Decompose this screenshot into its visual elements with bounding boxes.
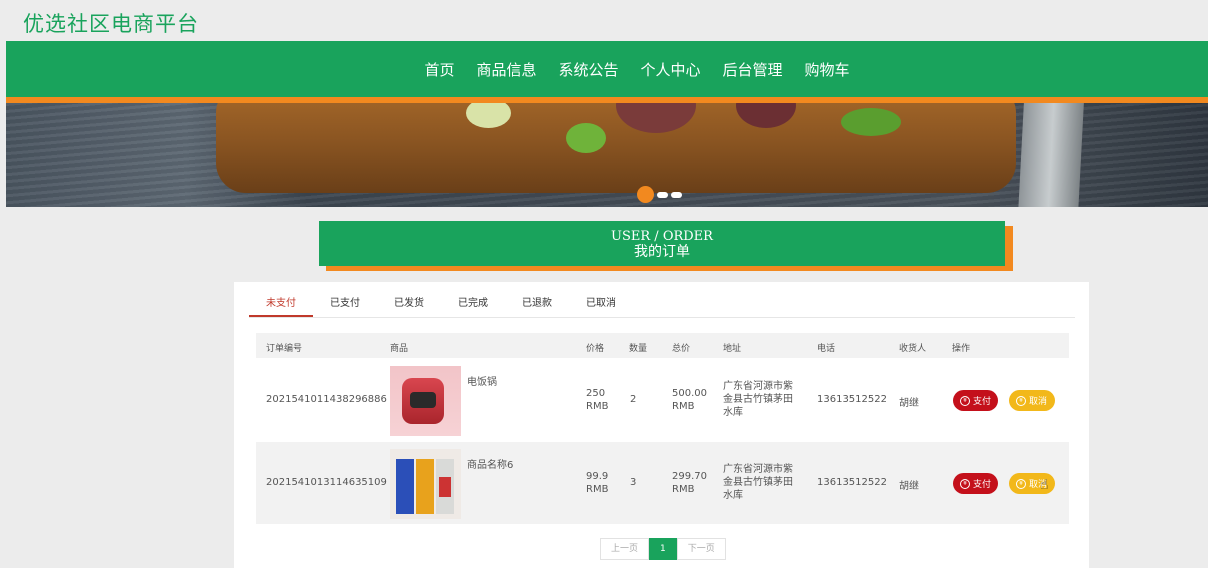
th-phone: 电话 [817,344,836,354]
receiver: 胡继 [899,481,919,492]
th-qty: 数量 [629,344,648,354]
nav-item-cart[interactable]: 购物车 [794,59,861,80]
carousel-dot-1[interactable] [637,186,654,203]
pay-button[interactable]: ¥ 支付 [953,390,998,411]
quantity: 3 [630,477,637,488]
tab-cancelled[interactable]: 已取消 [569,293,633,317]
nav-item-home[interactable]: 首页 [413,59,465,80]
address: 广东省河源市紫 金县古竹镇茅田 水库 [723,381,793,418]
th-product: 商品 [390,344,409,354]
tab-unpaid[interactable]: 未支付 [249,293,313,317]
next-page-button[interactable]: 下一页 [676,538,726,560]
carousel-dot-2[interactable] [657,191,668,198]
pay-button[interactable]: ¥ 支付 [953,473,998,494]
hand-cursor-icon: ☝ [1040,477,1049,493]
receiver: 胡继 [899,398,919,409]
total-price: 500.00 RMB [672,388,707,412]
cancel-button[interactable]: ¥ 取消 [1009,390,1055,411]
section-title: USER / ORDER 我的订单 [319,221,1005,266]
banner-image [6,103,1208,207]
th-total: 总价 [672,344,691,354]
yen-icon: ¥ [1016,395,1026,406]
nav-item-products[interactable]: 商品信息 [465,59,547,80]
tab-paid[interactable]: 已支付 [313,293,377,317]
page-button-current[interactable]: 1 [649,538,677,560]
tab-shipped[interactable]: 已发货 [377,293,441,317]
table-header: 订单编号 商品 价格 数量 总价 地址 电话 收货人 操作 [256,333,1069,358]
product-name[interactable]: 商品名称6 [467,456,513,471]
quantity: 2 [630,394,637,405]
section-title-cn: 我的订单 [634,244,690,260]
yen-icon: ¥ [960,478,970,489]
phone: 13613512522 [817,477,887,488]
section-title-en: USER / ORDER [611,229,713,244]
nav-item-announcements[interactable]: 系统公告 [547,59,629,80]
th-actions: 操作 [952,344,971,354]
th-price: 价格 [586,344,605,354]
phone: 13613512522 [817,394,887,405]
product-name[interactable]: 电饭锅 [467,373,497,388]
orders-panel: 未支付 已支付 已发货 已完成 已退款 已取消 订单编号 商品 价格 数量 总价… [234,282,1089,568]
nav-item-profile[interactable]: 个人中心 [630,59,712,80]
total-price: 299.70 RMB [672,471,707,495]
table-row: 2021541013114635109 商品名称6 99.9 RMB 3 299.… [256,442,1069,524]
order-no: 2021541013114635109 [266,477,387,488]
yen-icon: ¥ [1016,478,1026,489]
product-image[interactable] [390,449,461,519]
th-order-no: 订单编号 [266,344,303,354]
order-status-tabs: 未支付 已支付 已发货 已完成 已退款 已取消 [249,293,1075,318]
carousel-dot-3[interactable] [671,191,682,198]
tab-completed[interactable]: 已完成 [441,293,505,317]
prev-page-button[interactable]: 上一页 [600,538,650,560]
nav-item-admin[interactable]: 后台管理 [712,59,794,80]
pagination: 上一页 1 下一页 [600,538,726,560]
address: 广东省河源市紫 金县古竹镇茅田 水库 [723,464,793,501]
yen-icon: ¥ [960,395,970,406]
price: 250 RMB [586,388,609,412]
carousel-dots[interactable] [637,186,682,203]
price: 99.9 RMB [586,471,609,495]
th-address: 地址 [723,344,742,354]
tab-refunded[interactable]: 已退款 [505,293,569,317]
product-image[interactable] [390,366,461,436]
order-no: 2021541011438296886 [266,394,387,405]
site-title: 优选社区电商平台 [23,12,199,36]
main-nav: 首页 商品信息 系统公告 个人中心 后台管理 购物车 [6,41,1208,98]
table-row: 2021541011438296886 电饭锅 250 RMB 2 500.00 R… [256,359,1069,441]
th-receiver: 收货人 [899,344,927,354]
